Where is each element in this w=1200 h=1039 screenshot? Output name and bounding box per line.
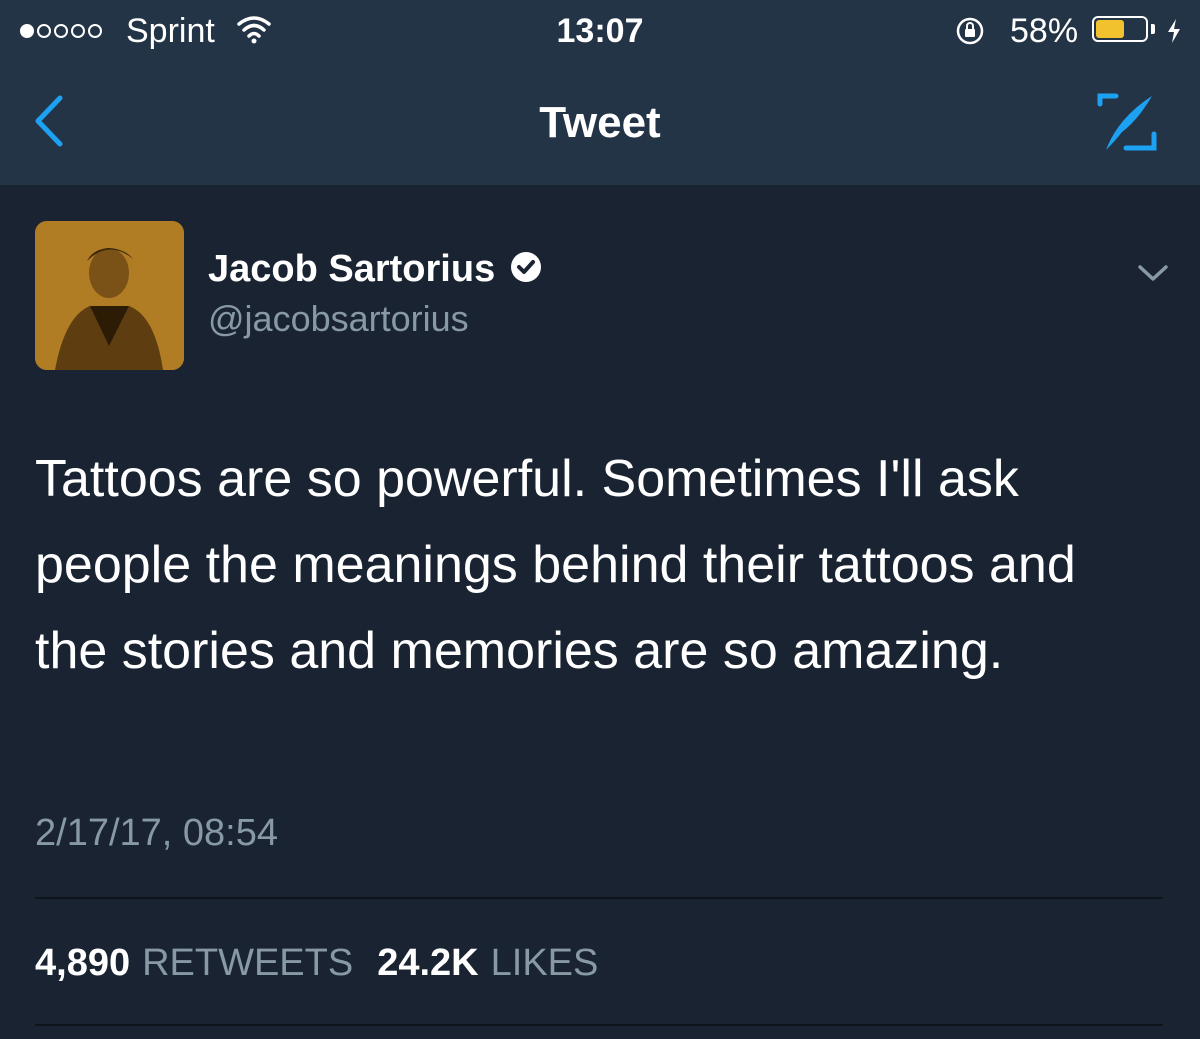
author-handle[interactable]: @jacobsartorius <box>208 298 469 340</box>
likes-label[interactable]: LIKES <box>491 942 599 985</box>
battery-level-fill <box>1096 20 1124 38</box>
author-row: Jacob Sartorius <box>208 248 543 291</box>
verified-badge-icon <box>509 250 543 289</box>
page-title: Tweet <box>539 98 661 147</box>
chevron-down-icon[interactable] <box>1136 262 1170 289</box>
tweet-timestamp: 2/17/17, 08:54 <box>35 812 278 854</box>
author-name[interactable]: Jacob Sartorius <box>208 248 495 291</box>
battery-icon <box>1092 16 1148 42</box>
retweets-label[interactable]: RETWEETS <box>142 942 353 985</box>
battery-tip <box>1151 24 1155 34</box>
compose-tweet-icon[interactable] <box>1094 90 1160 161</box>
battery-percent: 58% <box>1010 12 1079 50</box>
divider <box>35 1024 1163 1026</box>
tweet-stats: 4,890 RETWEETS 24.2K LIKES <box>35 942 610 985</box>
avatar[interactable] <box>35 221 184 370</box>
divider <box>35 897 1163 899</box>
likes-count[interactable]: 24.2K <box>377 942 478 985</box>
retweets-count[interactable]: 4,890 <box>35 942 130 985</box>
tweet-text: Tattoos are so powerful. Sometimes I'll … <box>35 450 1076 680</box>
charging-bolt-icon <box>1166 18 1182 49</box>
orientation-lock-icon <box>955 16 985 51</box>
status-bar: Sprint 13:07 58% <box>0 0 1200 62</box>
